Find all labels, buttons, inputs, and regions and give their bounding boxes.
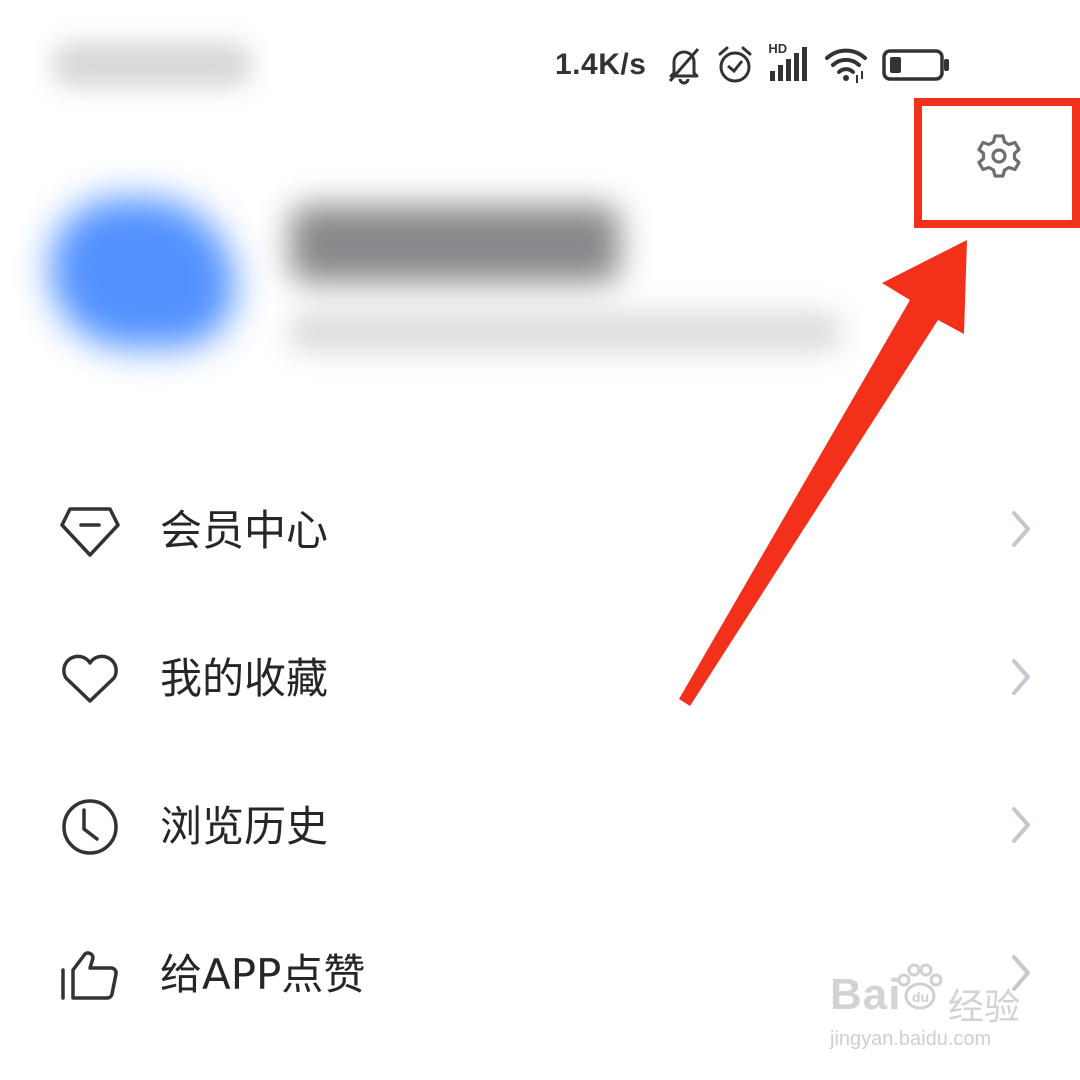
chevron-right-icon: [1012, 659, 1030, 695]
chevron-right-icon: [1012, 807, 1030, 843]
time-blurred: [52, 42, 252, 88]
gear-icon: [975, 132, 1023, 184]
menu-item-like-app[interactable]: 给APP点赞: [0, 899, 1080, 1047]
bell-muted-icon: [666, 45, 702, 85]
menu-item-label: 浏览历史: [160, 802, 329, 851]
menu-item-vip-center[interactable]: 会员中心: [0, 455, 1080, 603]
wifi-icon: [824, 45, 868, 85]
net-speed: 1.4K/s: [555, 48, 647, 81]
menu-item-label: 给APP点赞: [160, 950, 366, 999]
avatar[interactable]: [50, 198, 235, 348]
menu-item-label: 我的收藏: [160, 654, 329, 703]
status-bar: 1.4K/s HD: [0, 0, 1080, 130]
hd-signal-icon: HD: [768, 41, 810, 85]
thumbs-up-icon: [58, 943, 122, 1007]
battery-icon: [882, 48, 952, 82]
menu-item-label: 会员中心: [160, 506, 329, 555]
menu-list: 会员中心 我的收藏 浏览历史 给APP点赞: [0, 455, 1080, 1047]
heart-icon: [58, 647, 122, 711]
alarm-icon: [716, 45, 754, 85]
chevron-right-icon: [1012, 511, 1030, 547]
user-subtitle-blurred: [290, 312, 840, 352]
diamond-icon: [58, 499, 122, 563]
settings-button[interactable]: [940, 118, 1058, 198]
clock-icon: [58, 795, 122, 859]
chevron-right-icon: [1012, 955, 1030, 991]
menu-item-favorites[interactable]: 我的收藏: [0, 603, 1080, 751]
username-blurred: [290, 205, 620, 283]
menu-item-history[interactable]: 浏览历史: [0, 751, 1080, 899]
status-icons: 1.4K/s HD: [555, 40, 952, 90]
